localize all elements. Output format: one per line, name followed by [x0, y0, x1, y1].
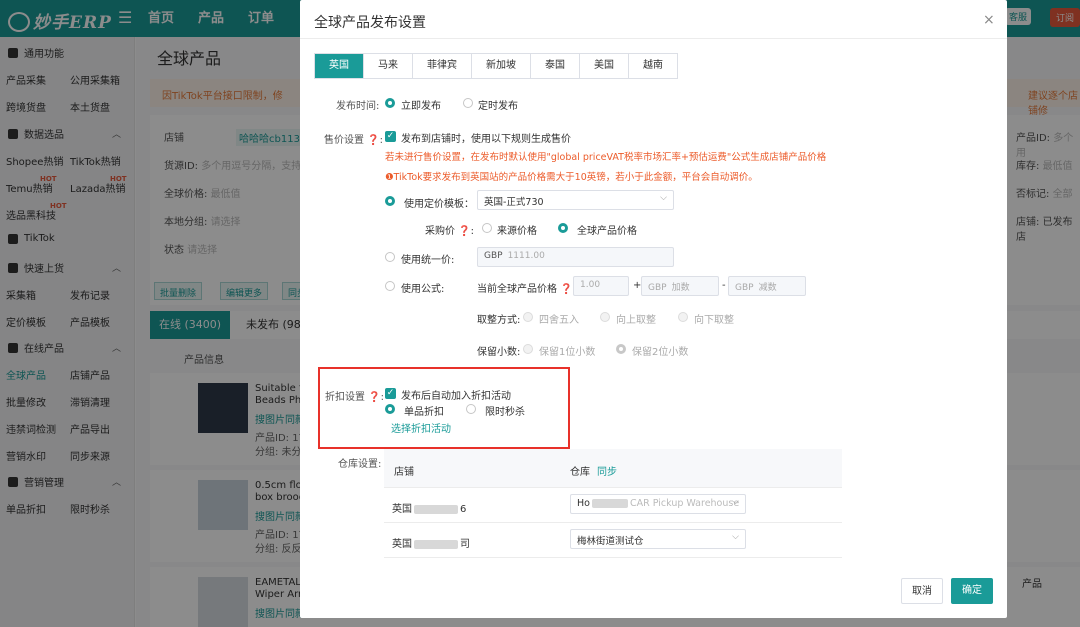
help-icon[interactable]: ❓ [560, 284, 572, 295]
chevron-down-icon: ⌵ [732, 497, 739, 507]
cancel-button[interactable]: 取消 [901, 578, 943, 604]
warehouse-table: 店铺 仓库 同步 英国 6 Ho CAR Pickup Warehouse ⌵ 英国司… [384, 449, 842, 571]
warehouse-table-header: 店铺 仓库 同步 [384, 449, 842, 487]
divider [384, 487, 842, 488]
modal-title: 全球产品发布设置 [314, 15, 426, 31]
warning-text: TikTok要求发布到英国站的产品价格需大于10英镑，若小于此金额，平台会自动调… [393, 172, 758, 183]
global-price-radio[interactable] [558, 223, 568, 233]
warehouse-row-shop: 英国 6 [392, 500, 466, 515]
chevron-down-icon: ⌵ [732, 532, 739, 542]
currency-prefix: GBP [735, 283, 754, 293]
publish-scheduled-radio[interactable] [463, 98, 473, 108]
column-shop: 店铺 [394, 467, 414, 478]
currency-prefix: GBP [648, 283, 667, 293]
warehouse-row-shop: 英国 司 [392, 535, 470, 550]
round-up-label[interactable]: 向上取整 [616, 311, 656, 326]
redacted-text [414, 539, 458, 549]
round-label: 取整方式: [477, 315, 521, 326]
tab-usa[interactable]: 美国 [580, 54, 629, 78]
price-settings-label: 售价设置 ❓: [324, 135, 384, 146]
redacted-text [414, 504, 458, 514]
divider [384, 557, 842, 558]
minus-sign: - [722, 280, 726, 291]
tab-singapore[interactable]: 新加坡 [472, 54, 531, 78]
country-tabs: 英国 马来 菲律宾 新加坡 泰国 美国 越南 [314, 53, 678, 79]
formula-label: 使用公式: [401, 284, 445, 295]
formula-radio[interactable] [385, 281, 395, 291]
shop-name-end: 6 [460, 504, 467, 515]
warehouse-sync-link[interactable]: 同步 [597, 463, 617, 478]
round-down-label[interactable]: 向下取整 [694, 311, 734, 326]
tab-philippines[interactable]: 菲律宾 [413, 54, 472, 78]
purchase-price-label: 采购价 ❓: [425, 226, 475, 237]
column-warehouse: 仓库 [570, 467, 590, 478]
unified-price-input[interactable]: GBP 1111.00 [477, 247, 674, 267]
input-value: 1111.00 [507, 251, 545, 261]
chevron-down-icon: ⌵ [660, 193, 667, 203]
publish-time-label: 发布时间: [336, 101, 380, 112]
label-text: 售价设置 [324, 135, 364, 146]
decimal-1-label[interactable]: 保留1位小数 [539, 343, 595, 358]
price-rule-checkbox[interactable]: ✓ [385, 131, 396, 142]
select-value: 英国-正式730 [484, 197, 544, 208]
placeholder-text: 减数 [758, 283, 777, 293]
unified-price-radio[interactable] [385, 252, 395, 262]
currency-prefix: GBP [484, 251, 503, 261]
warehouse-settings-label: 仓库设置: [338, 459, 382, 470]
publish-scheduled-label[interactable]: 定时发布 [478, 97, 518, 112]
formula-multiplier-input[interactable]: 1.00 [573, 276, 629, 296]
formula-label-text: 当前全球产品价格 [477, 284, 557, 295]
unified-price-label: 使用统一价: [401, 255, 455, 266]
placeholder-text: 加数 [671, 283, 690, 293]
help-icon[interactable]: ❓ [367, 135, 379, 146]
formula-text: 当前全球产品价格 ❓ x [477, 280, 582, 295]
publish-now-label[interactable]: 立即发布 [401, 97, 441, 112]
round-half-radio[interactable] [523, 312, 533, 322]
warehouse-select[interactable]: Ho CAR Pickup Warehouse ⌵ [570, 494, 746, 514]
publish-now-radio[interactable] [385, 98, 395, 108]
select-value-end: CAR Pickup Warehouse [629, 498, 740, 509]
decimal-2-label[interactable]: 保留2位小数 [632, 343, 688, 358]
help-icon[interactable]: ❓ [458, 226, 470, 237]
tab-thailand[interactable]: 泰国 [531, 54, 580, 78]
formula-sub-input[interactable]: GBP 减数 [728, 276, 806, 296]
warehouse-select[interactable]: 梅林街道测试仓 ⌵ [570, 529, 746, 549]
redacted-text [591, 499, 628, 508]
round-down-radio[interactable] [678, 312, 688, 322]
close-icon[interactable]: × [983, 12, 995, 28]
price-warning-1: 若未进行售价设置，在发布时默认使用"global priceVAT税率市场汇率+… [385, 152, 827, 163]
highlight-box [318, 367, 570, 449]
decimal-label: 保留小数: [477, 347, 521, 358]
template-label: 使用定价模板： [404, 199, 474, 210]
shop-name-start: 英国 [392, 539, 412, 550]
select-value-start: Ho [577, 498, 590, 509]
decimal-2-radio[interactable] [616, 344, 626, 354]
global-price-label[interactable]: 全球产品价格 [577, 222, 637, 237]
shop-name-start: 英国 [392, 504, 412, 515]
template-radio[interactable] [385, 196, 395, 206]
decimal-1-radio[interactable] [523, 344, 533, 354]
divider [300, 38, 1007, 39]
price-rule-label[interactable]: 发布到店铺时，使用以下规则生成售价 [401, 130, 571, 145]
select-value: 梅林街道测试仓 [577, 536, 644, 547]
tab-malaysia[interactable]: 马来 [364, 54, 413, 78]
label-text: 采购价 [425, 226, 455, 237]
confirm-button[interactable]: 确定 [951, 578, 993, 604]
template-select[interactable]: 英国-正式730 ⌵ [477, 190, 674, 210]
price-warning-2: ❶TikTok要求发布到英国站的产品价格需大于10英镑，若小于此金额，平台会自动… [385, 169, 758, 183]
source-price-radio[interactable] [482, 223, 492, 233]
shop-name-end: 司 [460, 539, 470, 550]
round-half-label[interactable]: 四舍五入 [539, 311, 579, 326]
tab-vietnam[interactable]: 越南 [629, 54, 677, 78]
tab-uk[interactable]: 英国 [315, 54, 364, 78]
divider [384, 522, 842, 523]
warning-icon: ❶ [385, 172, 394, 183]
round-up-radio[interactable] [600, 312, 610, 322]
formula-add-input[interactable]: GBP 加数 [641, 276, 719, 296]
source-price-label[interactable]: 来源价格 [497, 222, 537, 237]
